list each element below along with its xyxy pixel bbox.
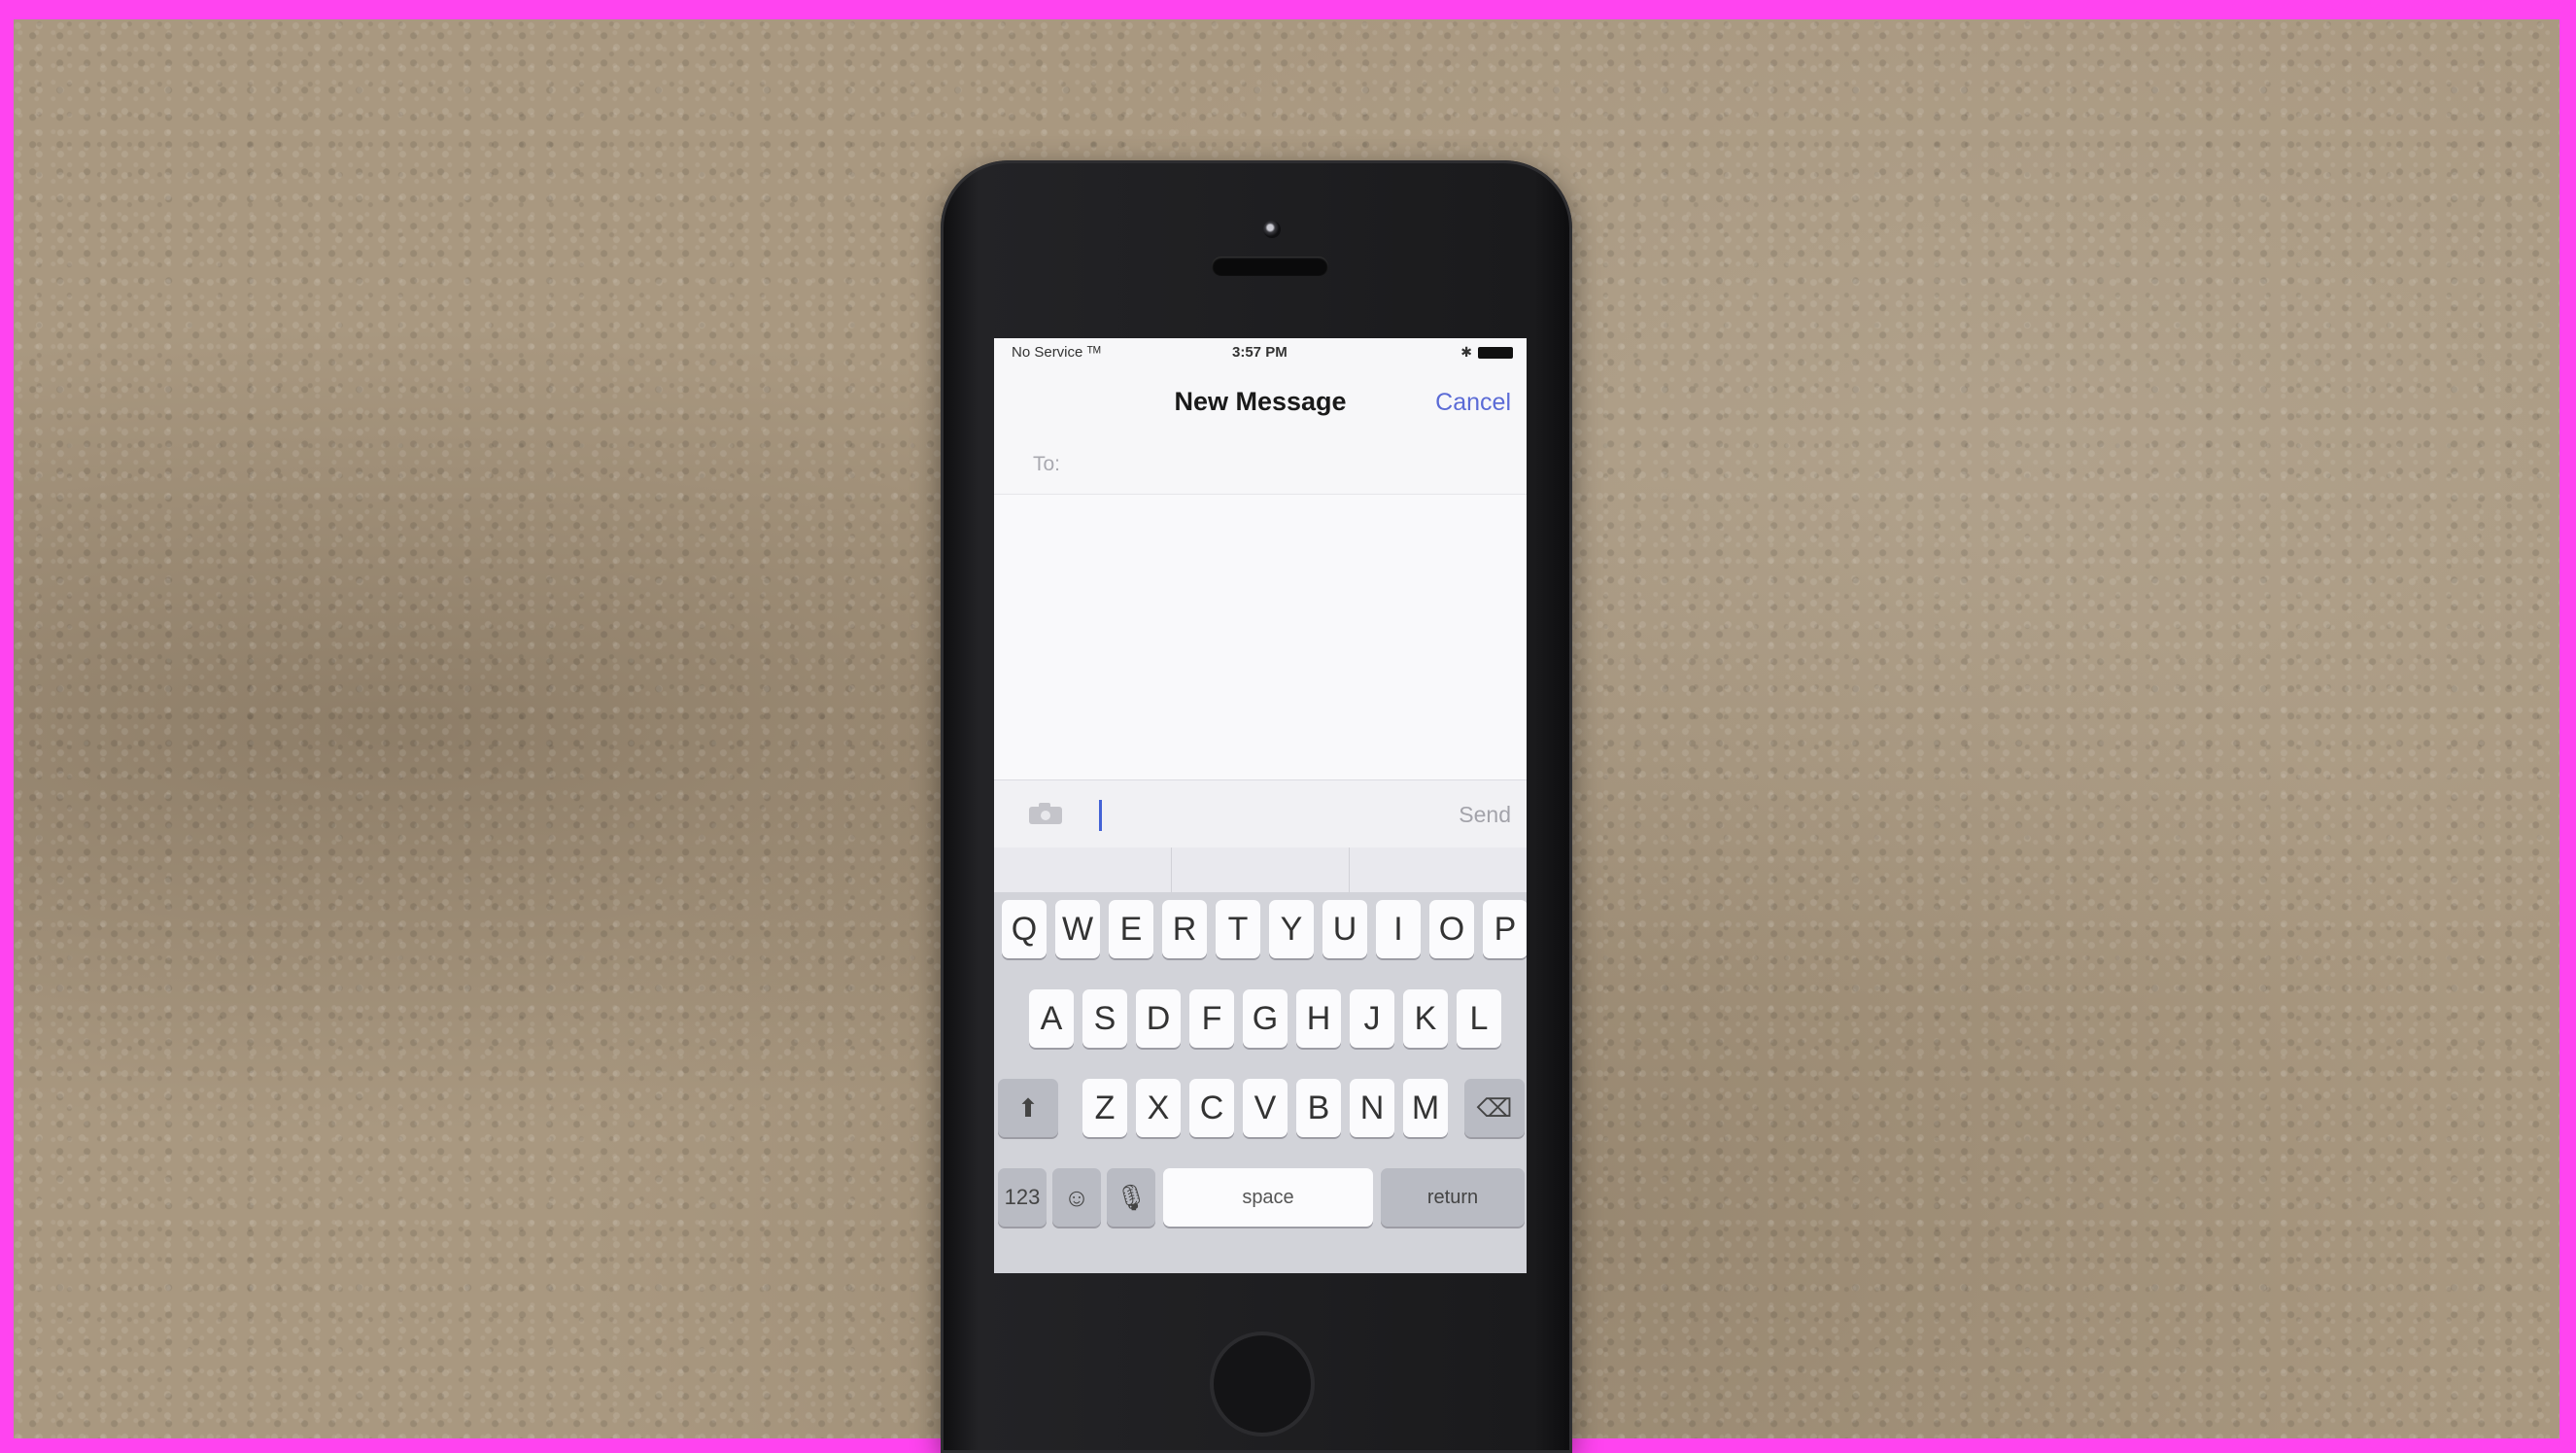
key-c[interactable]: C — [1189, 1079, 1234, 1137]
key-e[interactable]: E — [1109, 900, 1153, 958]
emoji-key[interactable]: ☺ — [1052, 1168, 1101, 1227]
key-d[interactable]: D — [1136, 989, 1181, 1048]
navigation-bar: New Message Cancel — [994, 375, 1527, 424]
key-j[interactable]: J — [1350, 989, 1394, 1048]
status-bar: No Service ᵀᴹ 3:57 PM ✱ — [994, 338, 1527, 365]
key-k[interactable]: K — [1403, 989, 1448, 1048]
keyboard-row-4: 123 ☺ 🎙 space return — [994, 1168, 1527, 1242]
key-a[interactable]: A — [1029, 989, 1074, 1048]
compose-bar: Send — [994, 779, 1527, 848]
front-camera — [1263, 221, 1281, 238]
to-label: To: — [1033, 453, 1061, 475]
key-h[interactable]: H — [1296, 989, 1341, 1048]
phone-screen: No Service ᵀᴹ 3:57 PM ✱ New Message Canc… — [994, 338, 1527, 1273]
camera-icon-glyph — [1029, 803, 1062, 824]
send-button[interactable]: Send — [1459, 802, 1511, 828]
suggestion-slot[interactable] — [994, 848, 1172, 892]
camera-icon[interactable] — [1028, 802, 1067, 827]
suggestion-slot[interactable] — [1172, 848, 1350, 892]
shift-key[interactable]: ⬆ — [998, 1079, 1058, 1137]
status-time: 3:57 PM — [1232, 344, 1288, 361]
delete-key[interactable]: ⌫ — [1464, 1079, 1525, 1137]
space-key[interactable]: space — [1163, 1168, 1373, 1227]
emoji-globe-icon: ☺ — [1063, 1183, 1090, 1212]
key-y[interactable]: Y — [1269, 900, 1314, 958]
key-f[interactable]: F — [1189, 989, 1234, 1048]
key-o[interactable]: O — [1429, 900, 1474, 958]
return-key[interactable]: return — [1381, 1168, 1525, 1227]
numbers-key[interactable]: 123 — [998, 1168, 1047, 1227]
key-q[interactable]: Q — [1002, 900, 1047, 958]
keyboard: Q W E R T Y U I O P A S D F G H J K L ⬆ — [994, 892, 1527, 1273]
key-v[interactable]: V — [1243, 1079, 1288, 1137]
carrier-label: No Service ᵀᴹ — [1012, 344, 1101, 361]
key-b[interactable]: B — [1296, 1079, 1341, 1137]
key-r[interactable]: R — [1162, 900, 1207, 958]
key-x[interactable]: X — [1136, 1079, 1181, 1137]
key-m[interactable]: M — [1403, 1079, 1448, 1137]
keyboard-row-1: Q W E R T Y U I O P — [994, 900, 1527, 974]
earpiece-speaker — [1212, 257, 1328, 276]
battery-icon — [1478, 346, 1513, 359]
status-icons: ✱ — [1460, 344, 1513, 361]
message-input[interactable] — [1091, 794, 1412, 835]
delete-backspace-icon: ⌫ — [1476, 1093, 1513, 1123]
key-n[interactable]: N — [1350, 1079, 1394, 1137]
shift-arrow-icon: ⬆ — [1017, 1093, 1039, 1123]
key-w[interactable]: W — [1055, 900, 1100, 958]
key-s[interactable]: S — [1082, 989, 1127, 1048]
keyboard-row-2: A S D F G H J K L — [994, 989, 1527, 1063]
bluetooth-icon: ✱ — [1460, 344, 1472, 360]
suggestion-slot[interactable] — [1350, 848, 1527, 892]
cancel-button[interactable]: Cancel — [1435, 389, 1511, 417]
microphone-icon: 🎙 — [1115, 1183, 1148, 1212]
key-i[interactable]: I — [1376, 900, 1421, 958]
dictation-key[interactable]: 🎙 — [1107, 1168, 1155, 1227]
suggestion-bar — [994, 848, 1527, 892]
keyboard-row-3: ⬆ Z X C V B N M ⌫ — [994, 1079, 1527, 1153]
home-button[interactable] — [1210, 1332, 1315, 1436]
key-g[interactable]: G — [1243, 989, 1288, 1048]
key-l[interactable]: L — [1457, 989, 1501, 1048]
text-cursor — [1099, 800, 1102, 831]
key-p[interactable]: P — [1483, 900, 1527, 958]
key-z[interactable]: Z — [1082, 1079, 1127, 1137]
recipient-field[interactable]: To: — [994, 435, 1527, 495]
key-t[interactable]: T — [1216, 900, 1260, 958]
key-u[interactable]: U — [1322, 900, 1367, 958]
